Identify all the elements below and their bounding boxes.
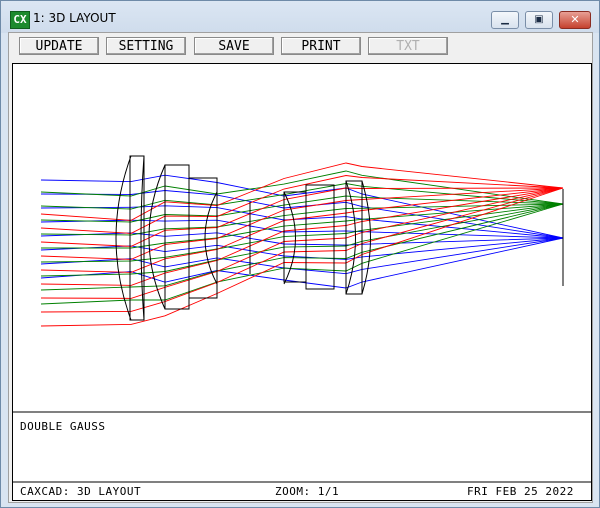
setting-button[interactable]: SETTING [106,37,186,55]
maximize-button[interactable]: ▣ [525,11,553,29]
status-date-label: FRI FEB 25 2022 [467,485,574,498]
lens-element-1-front-surface [115,155,132,321]
ray-field-1-6 [40,237,564,260]
lens-layout-drawing [13,155,591,483]
close-button[interactable]: ✕ [559,11,591,29]
system-name-label: DOUBLE GAUSS [20,420,106,433]
maximize-icon: ▣ [534,14,544,25]
ray-fan [40,162,564,327]
status-zoom-label: ZOOM: 1/1 [275,485,340,498]
ray-field-2-7 [40,203,564,277]
app-window: CX 1: 3D LAYOUT ▁ ▣ ✕ UPDATE SETTING SAV… [0,0,600,508]
window-title: 1: 3D LAYOUT [33,11,116,25]
lens-element-5 [305,184,335,290]
minimize-icon: ▁ [501,14,509,25]
update-button[interactable]: UPDATE [19,37,99,55]
client-area: UPDATE SETTING SAVE PRINT TXT DOUBLE GAU… [8,32,593,503]
lens-element-4-front-surface [283,191,296,285]
app-icon: CX [10,11,30,29]
print-button[interactable]: PRINT [281,37,361,55]
layout-canvas[interactable]: DOUBLE GAUSS CAXCAD: 3D LAYOUT ZOOM: 1/1… [12,63,592,501]
save-button[interactable]: SAVE [194,37,274,55]
ray-field-1-7 [40,237,564,275]
close-icon: ✕ [570,13,580,26]
toolbar: UPDATE SETTING SAVE PRINT TXT [9,33,592,61]
minimize-button[interactable]: ▁ [491,11,519,29]
status-app-label: CAXCAD: 3D LAYOUT [20,485,142,498]
title-bar[interactable]: CX 1: 3D LAYOUT ▁ ▣ ✕ [1,1,599,33]
txt-button: TXT [368,37,448,55]
